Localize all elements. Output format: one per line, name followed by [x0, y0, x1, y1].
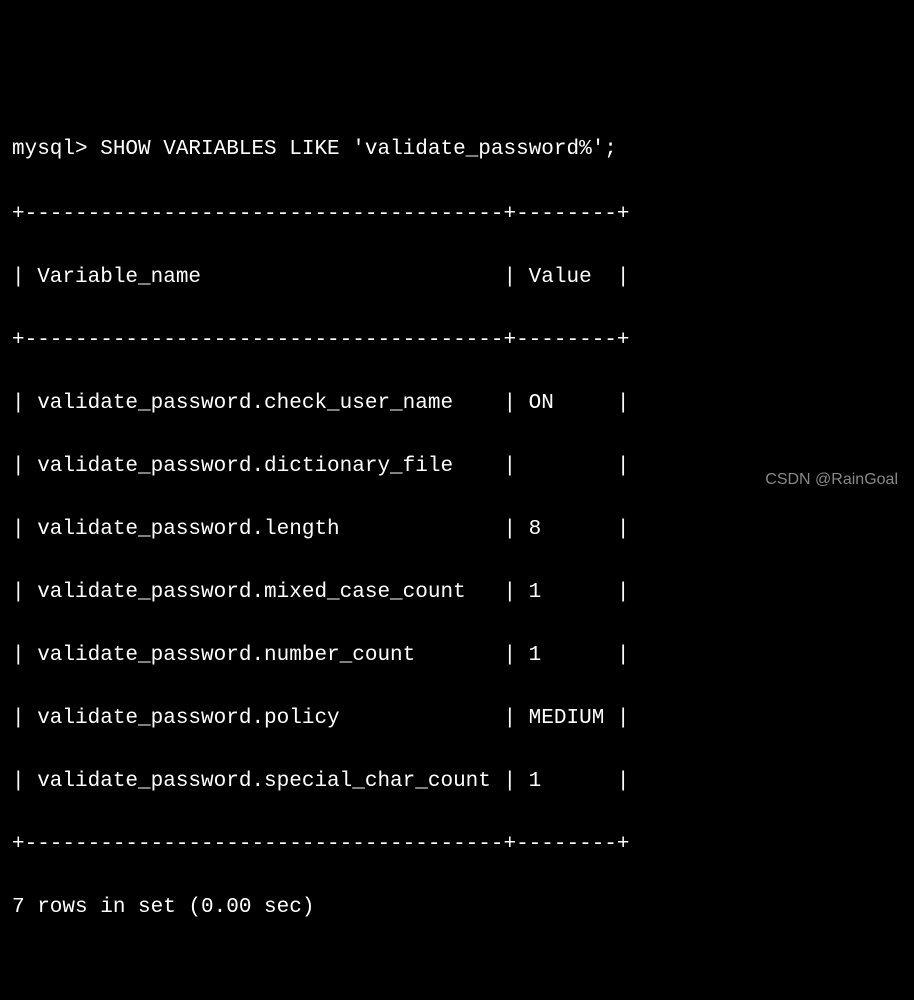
- watermark: CSDN @RainGoal: [765, 468, 898, 492]
- table-border-mid: +--------------------------------------+…: [12, 325, 902, 357]
- table-row: | validate_password.length | 8 |: [12, 514, 902, 546]
- mysql-prompt: mysql>: [12, 138, 100, 161]
- command-line: mysql> SHOW VARIABLES LIKE 'validate_pas…: [12, 134, 902, 166]
- table-row: | validate_password.number_count | 1 |: [12, 640, 902, 672]
- table-header-row: | Variable_name | Value |: [12, 262, 902, 294]
- result-summary: 7 rows in set (0.00 sec): [12, 892, 902, 924]
- sql-command: SHOW VARIABLES LIKE 'validate_password%'…: [100, 138, 617, 161]
- table-row: | validate_password.check_user_name | ON…: [12, 388, 902, 420]
- table-border-top: +--------------------------------------+…: [12, 199, 902, 231]
- table-row: | validate_password.policy | MEDIUM |: [12, 703, 902, 735]
- table-row: | validate_password.mixed_case_count | 1…: [12, 577, 902, 609]
- table-border-bottom: +--------------------------------------+…: [12, 829, 902, 861]
- table-row: | validate_password.special_char_count |…: [12, 766, 902, 798]
